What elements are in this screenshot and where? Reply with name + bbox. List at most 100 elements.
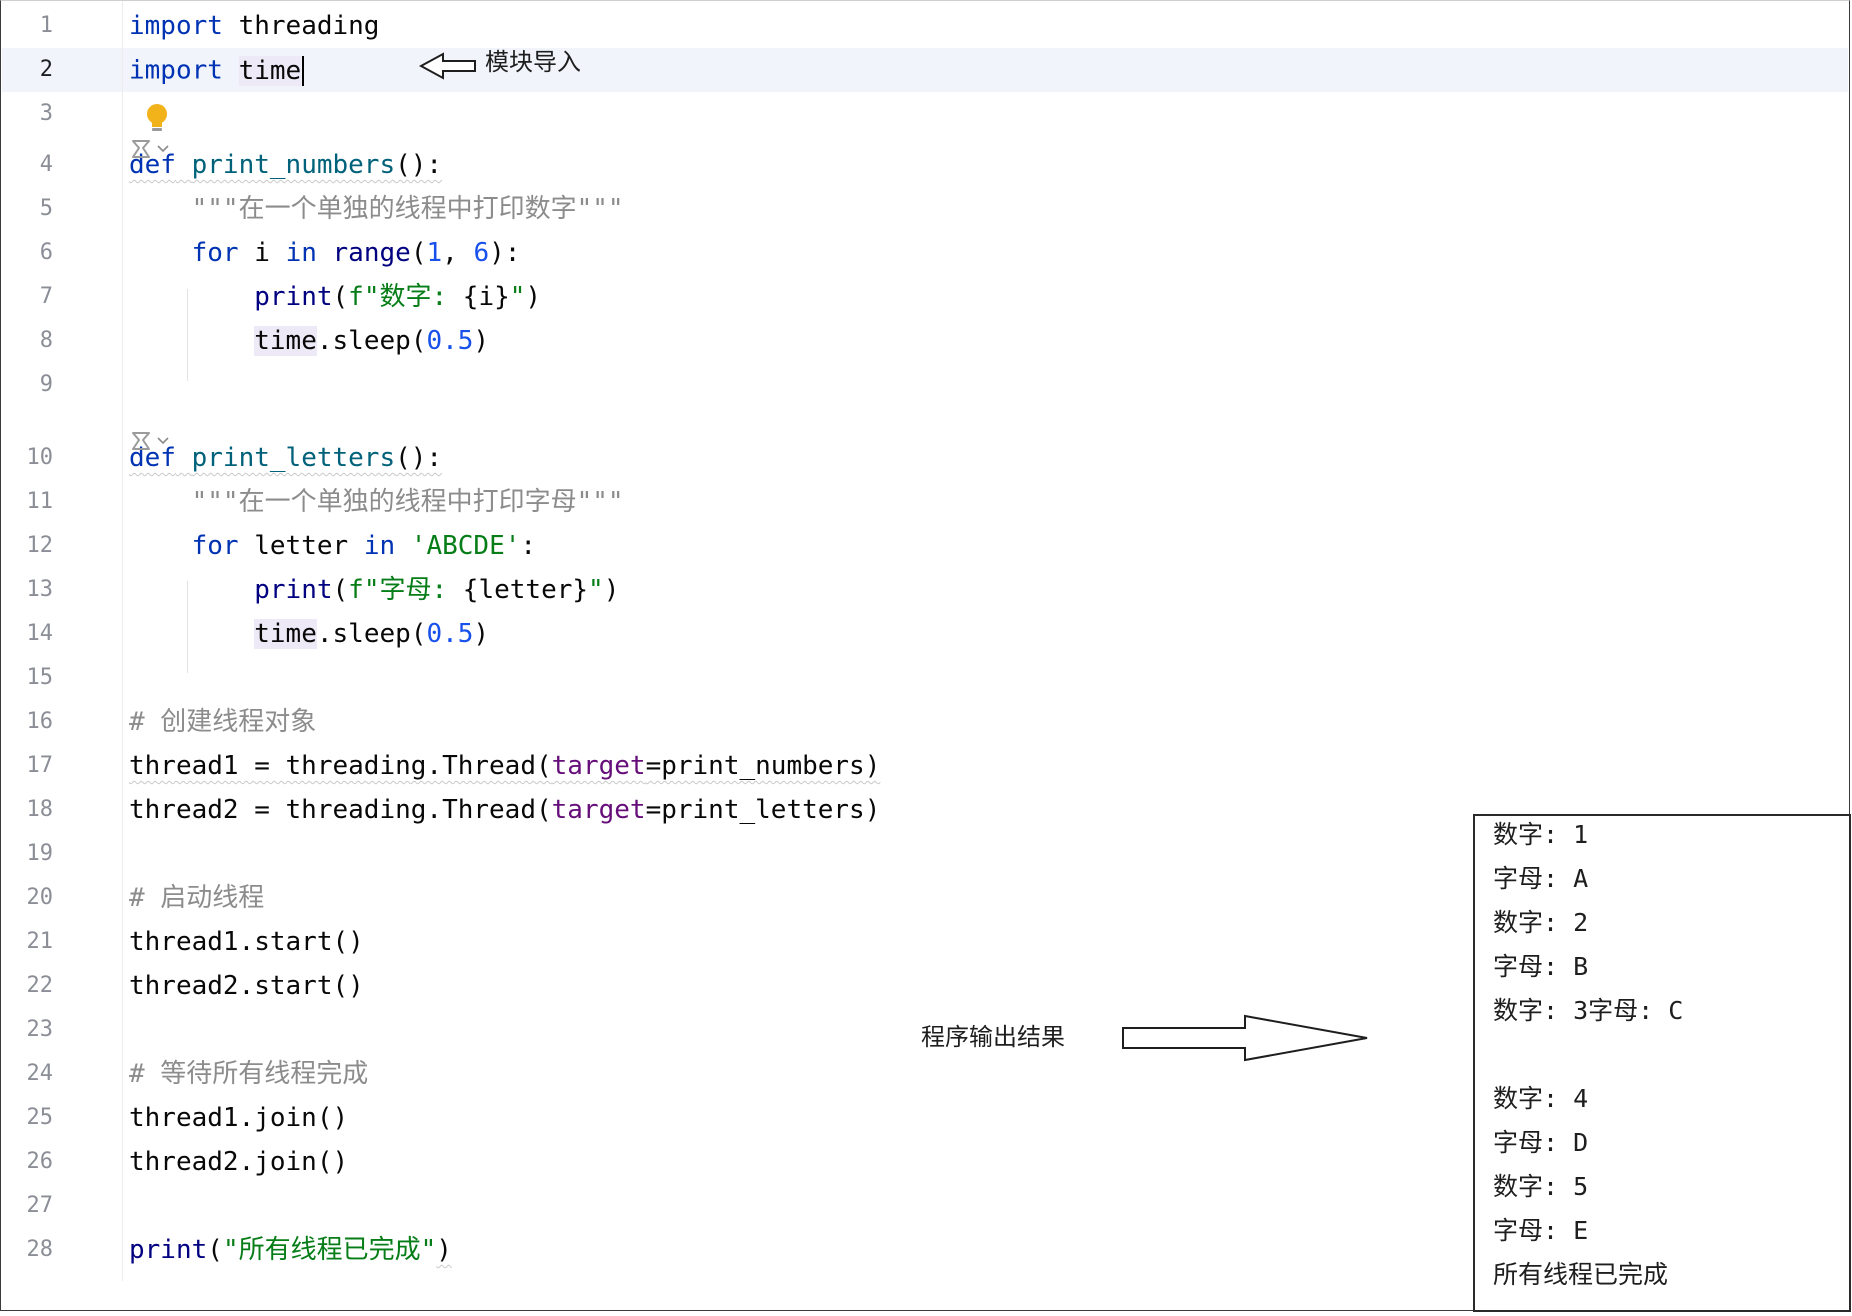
- code-token: """在一个单独的线程中打印数字""": [191, 194, 624, 224]
- code-token: 1: [426, 238, 443, 268]
- output-line: 数字: 4: [1493, 1084, 1589, 1113]
- code-text[interactable]: thread1 = threading.Thread(target=print_…: [129, 752, 880, 780]
- code-line[interactable]: 9: [1, 363, 1481, 407]
- line-number[interactable]: 2: [1, 57, 53, 83]
- line-number[interactable]: 27: [1, 1193, 54, 1219]
- code-text[interactable]: # 启动线程: [129, 884, 264, 912]
- code-text[interactable]: thread2.start(): [129, 972, 364, 1000]
- line-number[interactable]: 5: [1, 196, 53, 222]
- code-line[interactable]: 11 """在一个单独的线程中打印字母""": [1, 480, 1481, 524]
- code-text[interactable]: thread1.start(): [129, 928, 364, 956]
- code-text[interactable]: # 创建线程对象: [129, 708, 316, 736]
- code-line[interactable]: 26 thread2.join(): [1, 1140, 1481, 1184]
- code-text[interactable]: time.sleep(0.5): [129, 326, 489, 356]
- line-number[interactable]: 12: [1, 533, 54, 559]
- code-text[interactable]: for i in range(1, 6):: [129, 238, 521, 268]
- code-text[interactable]: for letter in 'ABCDE':: [129, 532, 536, 560]
- code-text[interactable]: import threading: [129, 12, 379, 40]
- code-text[interactable]: thread2 = threading.Thread(target=print_…: [129, 796, 880, 824]
- code-token: time: [254, 326, 317, 356]
- code-token: print: [129, 1235, 208, 1265]
- line-number[interactable]: 15: [1, 665, 54, 691]
- line-number[interactable]: 8: [1, 328, 53, 354]
- code-text[interactable]: def print_letters():: [129, 444, 442, 472]
- code-token: f"数字:: [348, 282, 463, 312]
- line-number[interactable]: 11: [1, 489, 54, 515]
- code-line[interactable]: 1 import threading: [1, 4, 1481, 48]
- code-line[interactable]: 22 thread2.start(): [1, 964, 1481, 1008]
- code-text[interactable]: print("所有线程已完成"): [129, 1236, 452, 1264]
- code-line[interactable]: 20 # 启动线程: [1, 876, 1481, 920]
- code-line[interactable]: 27: [1, 1184, 1481, 1228]
- code-line[interactable]: 7 print(f"数字: {i}"): [1, 275, 1481, 319]
- code-line[interactable]: 25 thread1.join(): [1, 1096, 1481, 1140]
- code-text[interactable]: """在一个单独的线程中打印字母""": [129, 488, 624, 516]
- line-number[interactable]: 4: [1, 152, 53, 178]
- code-line[interactable]: 19: [1, 832, 1481, 876]
- code-line[interactable]: 8 time.sleep(0.5): [1, 319, 1481, 363]
- lightbulb-icon[interactable]: [143, 102, 171, 136]
- chevron-down-icon[interactable]: [157, 437, 169, 445]
- code-line[interactable]: 12 for letter in 'ABCDE':: [1, 524, 1481, 568]
- code-token: .sleep(: [316, 326, 427, 356]
- code-text[interactable]: # 等待所有线程完成: [129, 1060, 368, 1088]
- code-line[interactable]: 6 for i in range(1, 6):: [1, 231, 1481, 275]
- right-arrow-icon: [1122, 1014, 1368, 1062]
- line-number[interactable]: 22: [1, 973, 54, 999]
- code-text[interactable]: thread1.join(): [129, 1104, 348, 1132]
- module-import-label: 模块导入: [485, 48, 581, 76]
- line-number[interactable]: 28: [1, 1237, 54, 1263]
- code-line[interactable]: 2 import time: [1, 48, 1481, 92]
- code-token: time: [238, 55, 302, 86]
- line-number[interactable]: 1: [1, 13, 53, 39]
- line-number[interactable]: 17: [1, 753, 54, 779]
- code-text[interactable]: time.sleep(0.5): [129, 619, 489, 649]
- line-number[interactable]: 23: [1, 1017, 54, 1043]
- line-number[interactable]: 25: [1, 1105, 54, 1131]
- code-line[interactable]: 4 def print_numbers():: [1, 143, 1481, 187]
- code-token: (: [207, 1235, 223, 1265]
- line-number[interactable]: 9: [1, 372, 53, 398]
- line-number[interactable]: 13: [1, 577, 54, 603]
- code-line[interactable]: 18 thread2 = threading.Thread(target=prin…: [1, 788, 1481, 832]
- code-token: # 启动线程: [129, 883, 265, 913]
- line-number[interactable]: 14: [1, 621, 54, 647]
- code-text[interactable]: thread2.join(): [129, 1148, 348, 1176]
- line-number[interactable]: 16: [1, 709, 54, 735]
- code-line[interactable]: 16 # 创建线程对象: [1, 700, 1481, 744]
- code-line[interactable]: 17 thread1 = threading.Thread(target=prin…: [1, 744, 1481, 788]
- line-number[interactable]: 10: [1, 445, 54, 471]
- code-text[interactable]: def print_numbers():: [129, 151, 442, 179]
- text-cursor: [302, 56, 305, 86]
- line-number[interactable]: 21: [1, 929, 54, 955]
- code-line[interactable]: 10 def print_letters():: [1, 436, 1481, 480]
- code-line[interactable]: 3: [1, 92, 1481, 136]
- code-line[interactable]: 21 thread1.start(): [1, 920, 1481, 964]
- code-token: print_numbers: [191, 150, 396, 180]
- line-number[interactable]: 3: [1, 101, 53, 127]
- output-line: 字母: B: [1493, 952, 1589, 981]
- ai-assistant-icon[interactable]: [129, 429, 175, 453]
- line-number[interactable]: 7: [1, 284, 53, 310]
- code-line[interactable]: 13 print(f"字母: {letter}"): [1, 568, 1481, 612]
- code-text[interactable]: print(f"字母: {letter}"): [129, 576, 619, 604]
- code-line[interactable]: 15: [1, 656, 1481, 700]
- line-number[interactable]: 6: [1, 240, 53, 266]
- line-number[interactable]: 24: [1, 1061, 54, 1087]
- line-number[interactable]: 19: [1, 841, 54, 867]
- line-number[interactable]: 20: [1, 885, 54, 911]
- code-text[interactable]: print(f"数字: {i}"): [129, 283, 541, 311]
- code-text[interactable]: import time: [129, 55, 305, 86]
- chevron-down-icon[interactable]: [157, 145, 169, 153]
- code-text[interactable]: """在一个单独的线程中打印数字""": [129, 195, 624, 223]
- ai-assistant-icon[interactable]: [129, 137, 175, 161]
- code-line[interactable]: 14 time.sleep(0.5): [1, 612, 1481, 656]
- line-number[interactable]: 18: [1, 797, 54, 823]
- code-token: f"字母:: [348, 575, 463, 605]
- code-token: ): [436, 1235, 452, 1265]
- code-line[interactable]: 28 print("所有线程已完成"): [1, 1228, 1481, 1272]
- line-number[interactable]: 26: [1, 1149, 54, 1175]
- program-output-label: 程序输出结果: [921, 1023, 1065, 1051]
- code-line[interactable]: 5 """在一个单独的线程中打印数字""": [1, 187, 1481, 231]
